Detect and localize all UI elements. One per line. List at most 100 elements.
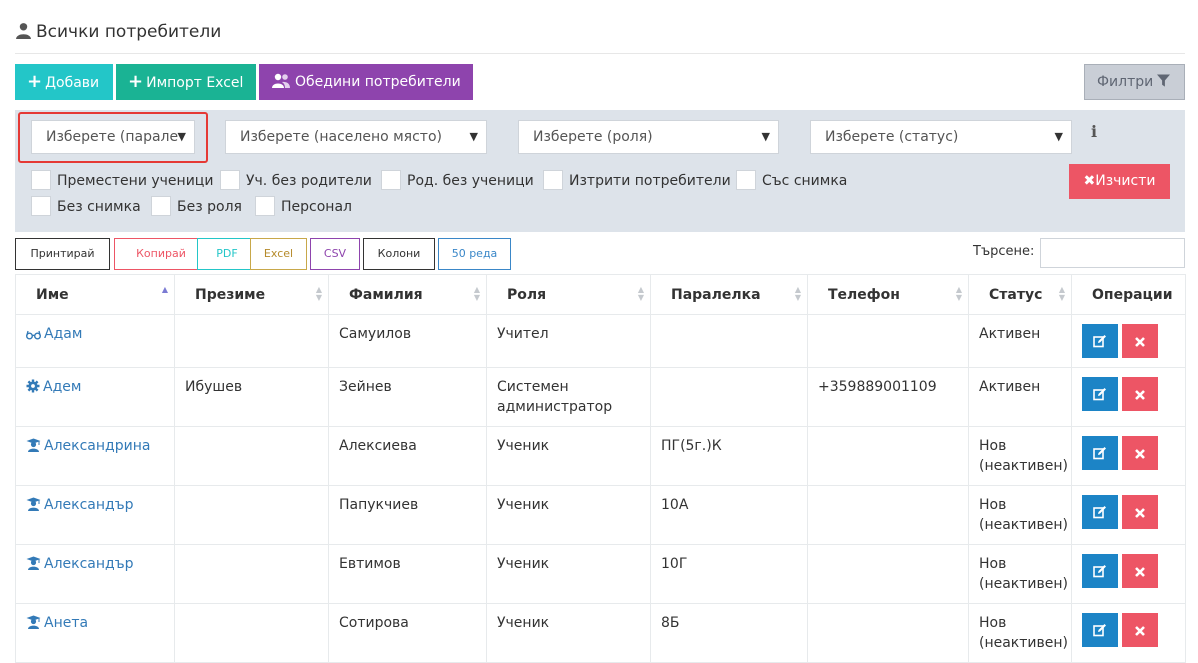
- delete-button[interactable]: [1122, 324, 1158, 358]
- info-icon[interactable]: i: [1091, 122, 1097, 141]
- place-select-value: Изберете (населено място): [240, 129, 442, 145]
- cell-phone: [807, 314, 969, 368]
- copy-button[interactable]: Копирай: [114, 238, 208, 270]
- delete-button[interactable]: [1122, 495, 1158, 529]
- edit-button[interactable]: [1082, 495, 1118, 529]
- edit-button[interactable]: [1082, 324, 1118, 358]
- checkbox-without-photo[interactable]: Без снимка: [31, 196, 141, 218]
- edit-icon: [1093, 506, 1106, 519]
- import-excel-button[interactable]: + Импорт Excel: [116, 64, 256, 100]
- checkbox-box[interactable]: [220, 170, 240, 190]
- print-button[interactable]: Принтирай: [15, 238, 110, 270]
- checkbox-box[interactable]: [31, 170, 51, 190]
- class-select-value: Изберете (парале: [46, 129, 179, 145]
- graduate-icon: [26, 615, 41, 629]
- checkbox-parents-no-students[interactable]: Род. без ученици: [381, 170, 534, 192]
- cell-first-name[interactable]: Александър: [15, 544, 175, 604]
- edit-button[interactable]: [1082, 377, 1118, 411]
- checkbox-label: Уч. без родители: [246, 173, 372, 189]
- columns-button[interactable]: Колони: [363, 238, 435, 270]
- delete-button[interactable]: [1122, 554, 1158, 588]
- column-header-status[interactable]: Статус ▲ ▼: [968, 274, 1072, 315]
- delete-button[interactable]: [1122, 377, 1158, 411]
- place-select[interactable]: Изберете (населено място) ▼: [225, 120, 487, 154]
- merge-button-label: Обедини потребители: [295, 74, 461, 90]
- clear-button[interactable]: ✖Изчисти: [1069, 164, 1170, 199]
- class-select[interactable]: Изберете (парале ▼: [31, 120, 195, 154]
- filter-panel: Изберете (парале ▼ Изберете (населено мяс…: [15, 110, 1185, 232]
- cell-status-text: Нов (неактивен): [979, 497, 1068, 533]
- edit-icon: [1093, 565, 1106, 578]
- filters-button[interactable]: Филтри: [1084, 64, 1185, 100]
- delete-button[interactable]: [1122, 613, 1158, 647]
- pdf-button[interactable]: PDF: [197, 238, 257, 270]
- cell-first-name[interactable]: Александър: [15, 485, 175, 545]
- csv-button[interactable]: CSV: [310, 238, 360, 270]
- checkbox-box[interactable]: [543, 170, 563, 190]
- user-name-link[interactable]: Адем: [43, 379, 81, 395]
- cell-first-name[interactable]: Адам: [15, 314, 175, 368]
- checkbox-staff[interactable]: Персонал: [255, 196, 352, 218]
- cell-role-text: Ученик: [497, 615, 550, 631]
- checkbox-without-role[interactable]: Без роля: [151, 196, 242, 218]
- checkbox-box[interactable]: [255, 196, 275, 216]
- role-select[interactable]: Изберете (роля) ▼: [518, 120, 779, 154]
- cell-phone: [807, 426, 969, 486]
- column-header-label: Паралелка: [671, 286, 761, 303]
- checkbox-deleted-users[interactable]: Изтрити потребители: [543, 170, 731, 192]
- cell-status: Активен: [968, 367, 1072, 427]
- checkbox-with-photo[interactable]: Със снимка: [736, 170, 847, 192]
- page-length-button[interactable]: 50 реда: [438, 238, 511, 270]
- caret-down-icon: ▼: [469, 130, 478, 143]
- cell-middle-name: Ибушев: [174, 367, 329, 427]
- column-header-middle-name[interactable]: Презиме ▲ ▼: [174, 274, 329, 315]
- cell-first-name[interactable]: Александрина: [15, 426, 175, 486]
- column-header-label: Фамилия: [349, 286, 423, 303]
- cell-class: 10Г: [650, 544, 808, 604]
- user-name-link[interactable]: Александър: [44, 556, 133, 572]
- user-name-link[interactable]: Александър: [44, 497, 133, 513]
- cell-last-name-text: Самуилов: [339, 326, 412, 342]
- cell-first-name[interactable]: Адем: [15, 367, 175, 427]
- column-header-last-name[interactable]: Фамилия ▲ ▼: [328, 274, 487, 315]
- cell-role-text: Ученик: [497, 438, 550, 454]
- add-button[interactable]: + Добави: [15, 64, 113, 100]
- sort-icon: ▲ ▼: [473, 285, 480, 302]
- excel-button[interactable]: Excel: [250, 238, 307, 270]
- cell-role: Ученик: [486, 485, 651, 545]
- graduate-icon: [26, 497, 41, 511]
- delete-button[interactable]: [1122, 436, 1158, 470]
- checkbox-box[interactable]: [736, 170, 756, 190]
- checkbox-box[interactable]: [151, 196, 171, 216]
- column-header-first-name[interactable]: Име ▲: [15, 274, 175, 315]
- cell-status: Нов (неактивен): [968, 544, 1072, 604]
- cell-last-name-text: Папукчиев: [339, 497, 419, 513]
- cell-first-name[interactable]: Анета: [15, 603, 175, 663]
- edit-button[interactable]: [1082, 436, 1118, 470]
- status-select[interactable]: Изберете (статус) ▼: [810, 120, 1072, 154]
- merge-users-button[interactable]: Обедини потребители: [259, 64, 473, 100]
- column-header-class[interactable]: Паралелка ▲ ▼: [650, 274, 808, 315]
- cell-middle-name: [174, 314, 329, 368]
- cell-role: Системен администратор: [486, 367, 651, 427]
- column-header-phone[interactable]: Телефон ▲ ▼: [807, 274, 969, 315]
- user-name-link[interactable]: Анета: [44, 615, 88, 631]
- search-input[interactable]: [1040, 238, 1185, 268]
- checkbox-students-no-parents[interactable]: Уч. без родители: [220, 170, 372, 192]
- column-header-label: Презиме: [195, 286, 266, 303]
- user-name-link[interactable]: Александрина: [44, 438, 150, 454]
- checkbox-moved-students[interactable]: Преместени ученици: [31, 170, 213, 192]
- checkbox-box[interactable]: [31, 196, 51, 216]
- cell-class-text: 10Г: [661, 556, 688, 572]
- cell-class: 10А: [650, 485, 808, 545]
- column-header-role[interactable]: Роля ▲ ▼: [486, 274, 651, 315]
- table-row: Александър Папукчиев Ученик 10А Нов (неактив…: [15, 485, 1186, 545]
- user-name-link[interactable]: Адам: [44, 326, 82, 342]
- edit-button[interactable]: [1082, 554, 1118, 588]
- glasses-icon: [26, 330, 41, 340]
- users-table: Име ▲ Презиме ▲ ▼ Фамилия ▲ ▼ Роля ▲ ▼ Паралелк…: [15, 274, 1186, 663]
- edit-button[interactable]: [1082, 613, 1118, 647]
- cell-last-name: Папукчиев: [328, 485, 487, 545]
- cell-class: [650, 314, 808, 368]
- checkbox-box[interactable]: [381, 170, 401, 190]
